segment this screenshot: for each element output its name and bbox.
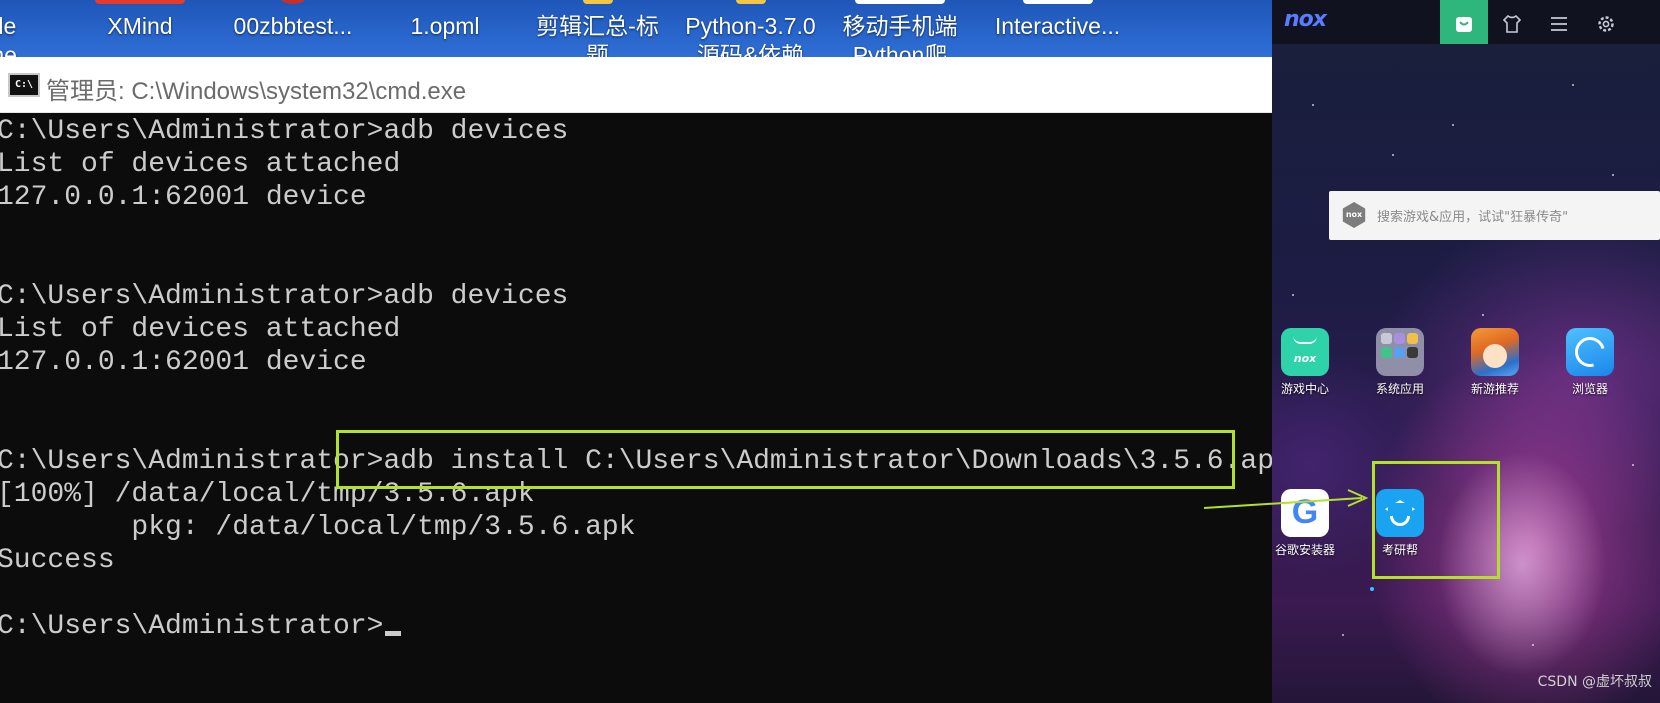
highlight-box-install-command (336, 430, 1235, 489)
cmd-title-bar[interactable]: C:\ 管理员: C:\Windows\system32\cmd.exe (0, 57, 1272, 113)
new-app-dot (1370, 587, 1374, 591)
game-center-icon: nox (1281, 328, 1329, 376)
desktop-shortcut-clip-summary[interactable]: 剪辑汇总-标 题 (525, 0, 670, 57)
app-new-games[interactable]: 新游推荐 (1455, 328, 1535, 397)
nox-emulator-window: nox nox 搜索游戏&应用，试试"狂暴传奇" nox 游戏中心 系统应用 新… (1272, 0, 1660, 703)
settings-button[interactable] (1582, 0, 1630, 44)
console-line: 127.0.0.1:62001 device (0, 347, 367, 378)
shirt-icon (1502, 14, 1522, 33)
desktop-shortcut-label: 移动手机端 Python爬 (842, 13, 958, 57)
folder-icon (735, 0, 766, 4)
menu-icon (1551, 16, 1567, 31)
desktop-shortcut-label: Python-3.7.0 源码&依赖 (685, 13, 816, 57)
console-prompt: C:\Users\Administrator> (0, 610, 402, 643)
app-icon (281, 0, 305, 4)
nox-search-icon: nox (1342, 202, 1366, 228)
desktop-shortcut-label: 1.opml (410, 13, 480, 39)
google-icon-text: G (1291, 493, 1319, 531)
text-cursor (385, 631, 402, 636)
app-label: 游戏中心 (1280, 382, 1329, 396)
nox-logo: nox (1284, 7, 1327, 32)
desktop-shortcut-label: Interactive... (994, 13, 1121, 39)
app-label: 系统应用 (1375, 382, 1424, 396)
system-apps-folder-icon (1376, 328, 1424, 376)
cmd-icon: C:\ (8, 73, 40, 97)
window-title: 管理员: C:\Windows\system32\cmd.exe (46, 78, 467, 105)
app-label: 新游推荐 (1470, 382, 1519, 396)
cmd-console[interactable]: C:\Users\Administrator>adb devices List … (0, 113, 1291, 703)
xmind-icon (95, 0, 185, 4)
document-icon (1022, 0, 1093, 4)
folder-icon (582, 0, 613, 4)
document-icon (855, 0, 945, 4)
nox-toolbar: nox (1272, 0, 1660, 44)
app-game-center[interactable]: nox 游戏中心 (1272, 328, 1345, 397)
google-icon: G (1281, 489, 1329, 537)
app-search-bar[interactable]: nox 搜索游戏&应用，试试"狂暴传奇" (1329, 191, 1660, 240)
watermark: CSDN @虚坏叔叔 (1537, 674, 1652, 690)
app-label: 谷歌安装器 (1274, 543, 1335, 557)
desktop-shortcut-python-source[interactable]: Python-3.7.0 源码&依赖 (673, 0, 828, 57)
desktop-shortcut-opml[interactable]: 1.opml (385, 0, 505, 57)
search-placeholder: 搜索游戏&应用，试试"狂暴传奇" (1377, 210, 1569, 225)
desktop-shortcut-label: 剪辑汇总-标 题 (536, 13, 659, 57)
desktop-shortcut-label: 00zbbtest... (233, 13, 353, 39)
desktop-shortcut-xmind[interactable]: XMind (85, 0, 195, 57)
menu-button[interactable] (1535, 0, 1583, 44)
console-line: 127.0.0.1:62001 device (0, 182, 367, 213)
new-games-icon (1471, 328, 1519, 376)
game-center-icon-text: nox (1293, 352, 1317, 365)
console-line-success: Success (0, 545, 115, 576)
browser-icon (1566, 328, 1614, 376)
android-home-screen: nox 搜索游戏&应用，试试"狂暴传奇" nox 游戏中心 系统应用 新游推荐 … (1272, 44, 1660, 703)
app-system-apps[interactable]: 系统应用 (1360, 328, 1440, 397)
gear-icon (1598, 15, 1614, 32)
desktop-shortcut-interactive[interactable]: Interactive... (980, 0, 1135, 57)
app-store-button[interactable] (1440, 0, 1488, 44)
desktop-icon-strip: gle me XMind 00zbbtest... 1.opml 剪辑汇总-标 … (0, 0, 1272, 57)
console-line: C:\Users\Administrator>adb devices (0, 281, 569, 312)
console-line: pkg: /data/local/tmp/3.5.6.apk (0, 512, 636, 543)
console-line: List of devices attached (0, 314, 401, 345)
desktop-shortcut-00zbbtest[interactable]: 00zbbtest... (218, 0, 368, 57)
desktop-shortcut-mobile-python[interactable]: 移动手机端 Python爬 (835, 0, 965, 57)
skin-button[interactable] (1488, 0, 1536, 44)
app-browser[interactable]: 浏览器 (1550, 328, 1630, 397)
console-line: C:\Users\Administrator>adb devices (0, 116, 569, 147)
desktop-shortcut-label: XMind (107, 13, 173, 39)
shopping-bag-icon (1456, 16, 1472, 32)
app-google-installer[interactable]: G 谷歌安装器 (1272, 489, 1345, 558)
console-line: List of devices attached (0, 149, 401, 180)
prompt-text: C:\Users\Administrator> (0, 611, 384, 642)
desktop-shortcut-google[interactable]: gle me (0, 0, 46, 57)
desktop-shortcut-label: gle me (0, 13, 17, 57)
highlight-box-installed-app (1372, 461, 1500, 579)
app-label: 浏览器 (1571, 382, 1608, 396)
